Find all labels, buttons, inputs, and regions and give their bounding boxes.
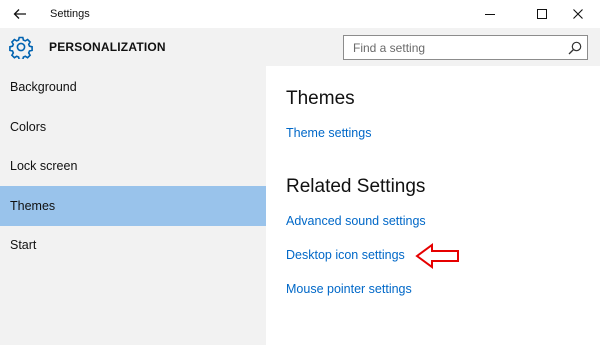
search-input[interactable]: [344, 36, 559, 59]
maximize-icon: [537, 9, 547, 19]
sidebar: Background Colors Lock screen Themes Sta…: [0, 66, 266, 345]
back-arrow-icon: [13, 9, 26, 19]
search-button[interactable]: [567, 40, 583, 56]
settings-header: PERSONALIZATION: [0, 28, 600, 66]
page-title: PERSONALIZATION: [49, 40, 166, 54]
advanced-sound-settings-link[interactable]: Advanced sound settings: [286, 214, 426, 228]
back-button[interactable]: [0, 0, 40, 28]
sidebar-item-lock-screen[interactable]: Lock screen: [0, 146, 266, 186]
related-settings-heading: Related Settings: [286, 176, 426, 197]
minimize-icon: [485, 14, 495, 15]
gear-icon: [9, 36, 33, 59]
close-button[interactable]: [556, 0, 600, 28]
minimize-button[interactable]: [468, 0, 512, 28]
close-icon: [573, 9, 583, 19]
search-box[interactable]: [343, 35, 588, 60]
app-title: Settings: [50, 8, 90, 20]
theme-settings-link[interactable]: Theme settings: [286, 126, 371, 140]
themes-heading: Themes: [286, 88, 355, 109]
main-content: Themes Theme settings Related Settings A…: [266, 66, 600, 345]
desktop-icon-settings-link[interactable]: Desktop icon settings: [286, 248, 405, 262]
mouse-pointer-settings-link[interactable]: Mouse pointer settings: [286, 282, 412, 296]
title-bar: Settings: [0, 0, 600, 28]
sidebar-item-start[interactable]: Start: [0, 225, 266, 265]
sidebar-item-background[interactable]: Background: [0, 67, 266, 107]
search-icon: [568, 41, 582, 55]
red-arrow-icon: [415, 243, 459, 269]
sidebar-item-themes[interactable]: Themes: [0, 186, 266, 226]
sidebar-item-colors[interactable]: Colors: [0, 107, 266, 147]
